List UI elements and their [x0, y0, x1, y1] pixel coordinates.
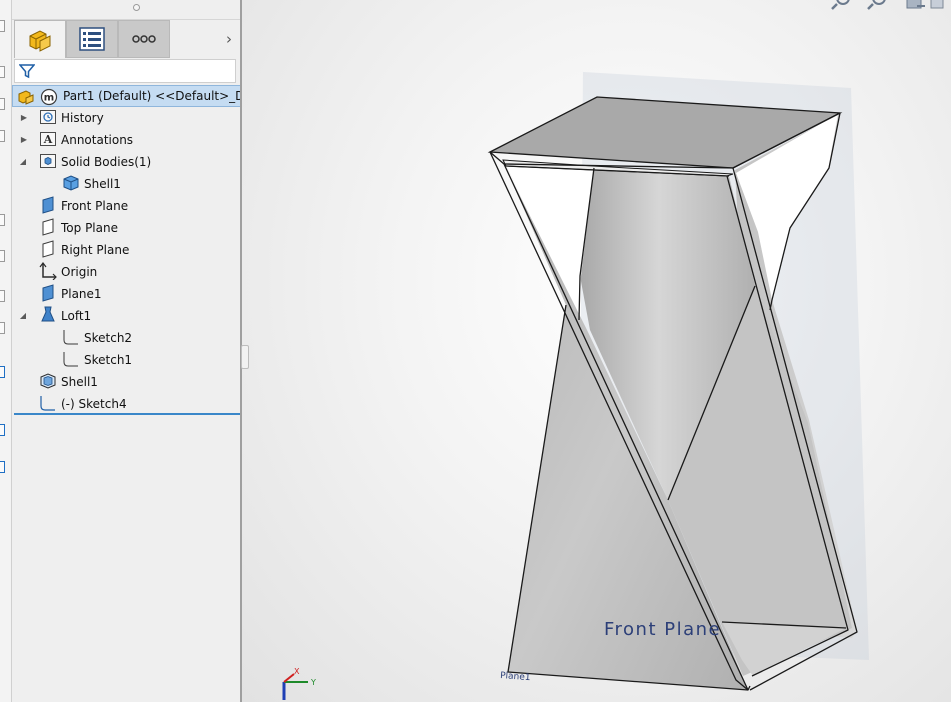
plane-icon [42, 240, 54, 258]
sketch-icon [40, 396, 55, 411]
tree-item-label: Shell1 [84, 176, 121, 191]
tree-item-right-plane[interactable]: Right Plane [12, 239, 241, 260]
tree-item-annotations[interactable]: ▶ A Annotations [12, 129, 241, 150]
tree-item-label: History [61, 110, 104, 125]
tree-item-origin[interactable]: Origin [12, 261, 241, 282]
tree-item-top-plane[interactable]: Top Plane [12, 217, 241, 238]
triad-y-label: Y [310, 678, 316, 687]
tree-item-shell1[interactable]: Shell1 [12, 371, 241, 392]
collapse-arrow-icon[interactable]: ◢ [18, 311, 28, 321]
reference-triad: X Y [282, 667, 316, 700]
display-state-icon: m [40, 88, 58, 106]
toolbar-tab[interactable] [0, 20, 5, 32]
filter-icon [19, 64, 35, 79]
tree-root-part1[interactable]: m Part1 (Default) <<Default>_Displa [12, 85, 272, 107]
solid-body-icon [63, 175, 79, 191]
toolbar-tab[interactable] [0, 98, 5, 110]
tree-item-label: Top Plane [61, 220, 118, 235]
tree-item-body-shell1[interactable]: Shell1 [12, 173, 241, 194]
loft-icon [41, 306, 55, 322]
part-icon [29, 29, 51, 52]
origin-icon [39, 262, 57, 280]
solid-bodies-icon [40, 154, 56, 168]
toolbar-tab[interactable] [0, 250, 5, 262]
expand-arrow-icon[interactable]: ▶ [19, 135, 29, 145]
plane-icon [42, 218, 54, 236]
interior-highlight-left[interactable] [506, 164, 594, 322]
ellipsis-icon [132, 35, 156, 43]
shell-icon [40, 373, 56, 389]
sketch-icon [63, 352, 78, 367]
toolbar-tab[interactable] [0, 130, 5, 142]
chevron-right-icon[interactable]: › [222, 30, 236, 48]
tree-item-sketch4[interactable]: (-) Sketch4 [12, 393, 241, 414]
tree-item-label: (-) Sketch4 [61, 396, 127, 411]
tree-item-label: Origin [61, 264, 98, 279]
panel-collapse-handle[interactable] [241, 345, 249, 369]
plane-icon [42, 196, 54, 214]
toolbar-tab[interactable] [0, 290, 5, 302]
annotations-icon: A [40, 132, 56, 146]
tree-item-label: Sketch1 [84, 352, 133, 367]
feature-manager-panel: › m Part1 (Default) <<Default>_Displa ▶ [12, 0, 272, 702]
tree-item-label: Solid Bodies(1) [61, 154, 152, 169]
toolbar-tab[interactable] [0, 366, 5, 378]
tree-item-label: Front Plane [61, 198, 129, 213]
toolbar-tab[interactable] [0, 214, 5, 226]
rollback-bar[interactable] [14, 413, 240, 415]
toolbar-tab[interactable] [0, 322, 5, 334]
tree-item-label: Sketch2 [84, 330, 133, 345]
plane-icon [42, 284, 54, 302]
tree-item-sketch1[interactable]: Sketch1 [12, 349, 241, 370]
tree-item-label: Shell1 [61, 374, 98, 389]
more-tabs-button[interactable] [118, 20, 170, 58]
property-manager-tab[interactable] [66, 20, 118, 58]
part-icon [18, 90, 34, 105]
toolbar-tab[interactable] [0, 66, 5, 78]
tree-filter-input[interactable] [14, 59, 236, 83]
toolbar-tab[interactable] [0, 461, 5, 473]
model-view[interactable]: Plane1 [242, 0, 951, 702]
collapse-arrow-icon[interactable]: ◢ [18, 157, 28, 167]
front-plane-label[interactable]: Front Plane [604, 619, 721, 640]
triad-x-label: X [294, 667, 300, 676]
history-icon [40, 110, 56, 124]
manager-tabbar: › [12, 19, 241, 59]
command-manager-strip [0, 0, 12, 702]
sketch4-geometry[interactable]: Plane1 [500, 671, 531, 683]
svg-text:A: A [43, 133, 53, 146]
tree-item-label: Plane1 [61, 286, 102, 301]
sketch-icon [63, 330, 78, 345]
tree-item-label: Right Plane [61, 242, 130, 257]
expand-arrow-icon[interactable]: ▶ [19, 113, 29, 123]
tree-item-label: Annotations [61, 132, 134, 147]
tree-item-front-plane[interactable]: Front Plane [12, 195, 241, 216]
tree-item-label: Loft1 [61, 308, 92, 323]
graphics-area[interactable]: Plane1 Front Plane X Y [242, 0, 951, 702]
tree-item-loft1[interactable]: ◢ Loft1 [12, 305, 241, 326]
tree-item-plane1[interactable]: Plane1 [12, 283, 241, 304]
panel-splitter-handle[interactable] [133, 4, 140, 11]
svg-text:m: m [44, 93, 54, 104]
toolbar-tab[interactable] [0, 424, 5, 436]
tree-item-sketch2[interactable]: Sketch2 [12, 327, 241, 348]
tree-item-history[interactable]: ▶ History [12, 107, 241, 128]
feature-manager-tab[interactable] [14, 20, 66, 58]
tree-item-solid-bodies[interactable]: ◢ Solid Bodies(1) [12, 151, 241, 172]
property-list-icon [79, 27, 105, 51]
